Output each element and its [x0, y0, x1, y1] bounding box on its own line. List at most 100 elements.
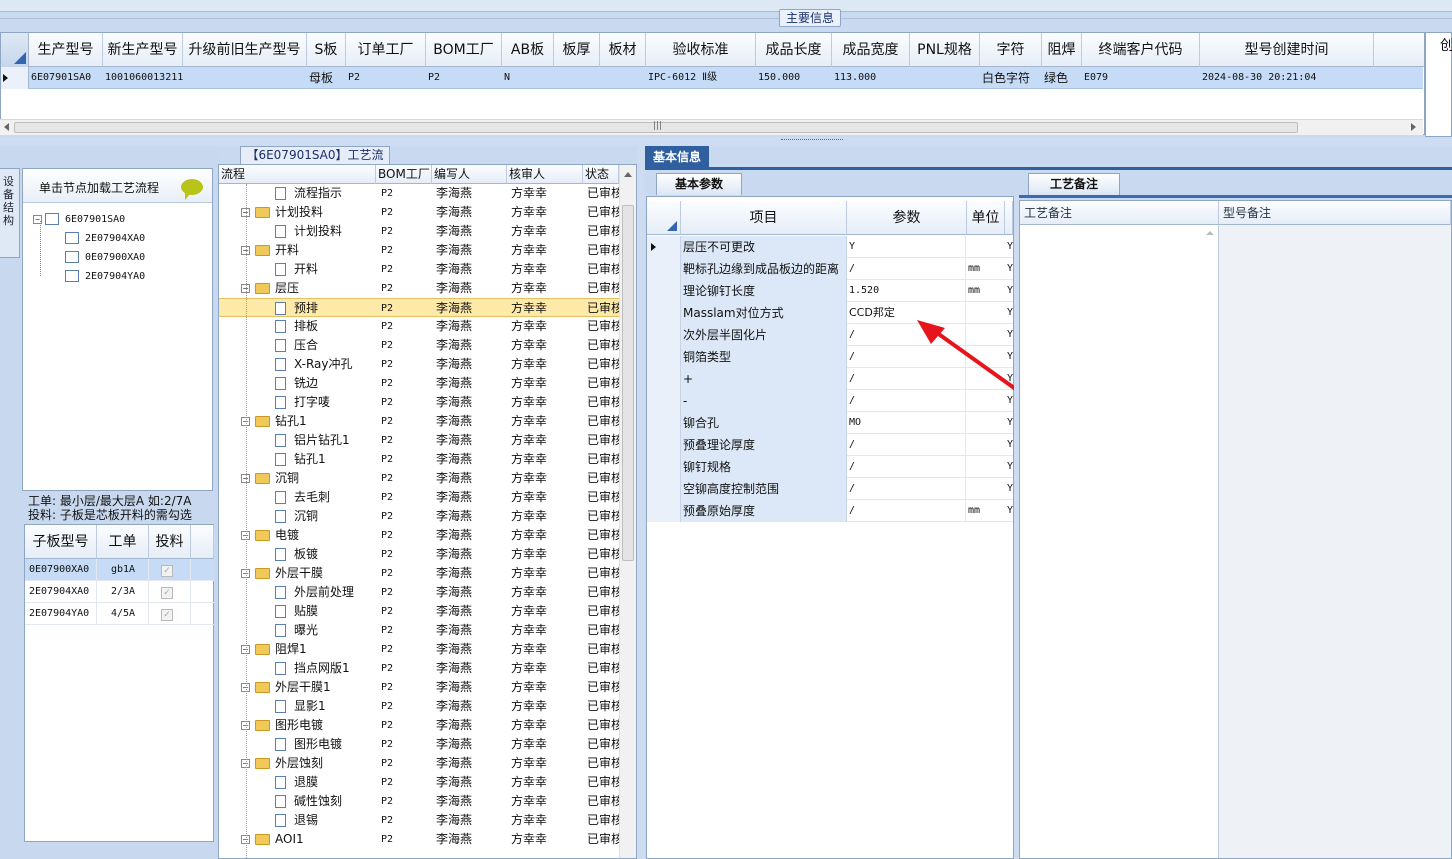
column-header[interactable]: 验收标准: [646, 33, 756, 67]
flow-row[interactable]: −图形电镀 P2 李海燕 方幸幸 已审核: [219, 716, 619, 735]
tree-node-child[interactable]: 2E07904XA0: [65, 230, 145, 247]
scroll-right-icon[interactable]: [1411, 123, 1416, 131]
scrollbar-thumb[interactable]: |||: [14, 121, 1298, 133]
horizontal-scrollbar[interactable]: |||: [0, 119, 1423, 135]
flow-row[interactable]: 压合 P2 李海燕 方幸幸 已审核: [219, 336, 619, 355]
tab-basic-params[interactable]: 基本参数: [656, 173, 742, 195]
row-header[interactable]: [647, 302, 681, 324]
flow-row[interactable]: 退膜 P2 李海燕 方幸幸 已审核: [219, 773, 619, 792]
column-header[interactable]: BOM工厂: [376, 165, 432, 184]
column-header[interactable]: 投料: [149, 525, 191, 559]
flow-row[interactable]: 外层前处理 P2 李海燕 方幸幸 已审核: [219, 583, 619, 602]
row-header[interactable]: [647, 346, 681, 368]
column-header[interactable]: 字符: [980, 33, 1042, 67]
order-value[interactable]: 2/3A: [111, 581, 149, 603]
flow-row[interactable]: 碱性蚀刻 P2 李海燕 方幸幸 已审核: [219, 792, 619, 811]
column-header[interactable]: AB板: [502, 33, 554, 67]
column-header[interactable]: 工单: [97, 525, 149, 559]
param-value[interactable]: /: [848, 434, 966, 456]
feed-checkbox[interactable]: ✓: [161, 603, 191, 625]
table-cell[interactable]: 绿色: [1044, 67, 1082, 89]
flow-row[interactable]: 铣边 P2 李海燕 方幸幸 已审核: [219, 374, 619, 393]
process-remarks-header[interactable]: 工艺备注: [1020, 201, 1219, 225]
flow-row[interactable]: −计划投料 P2 李海燕 方幸幸 已审核: [219, 203, 619, 222]
flow-row[interactable]: 去毛刺 P2 李海燕 方幸幸 已审核: [219, 488, 619, 507]
column-header[interactable]: 订单工厂: [346, 33, 426, 67]
column-header[interactable]: 终端客户代码: [1082, 33, 1200, 67]
table-cell[interactable]: P2: [428, 67, 502, 89]
column-header[interactable]: 流程: [219, 165, 376, 184]
table-cell[interactable]: 150.000: [758, 67, 832, 89]
flow-row[interactable]: −阻焊1 P2 李海燕 方幸幸 已审核: [219, 640, 619, 659]
flow-row[interactable]: −外层干膜1 P2 李海燕 方幸幸 已审核: [219, 678, 619, 697]
table-cell[interactable]: 113.000: [834, 67, 910, 89]
flow-row[interactable]: −电镀 P2 李海燕 方幸幸 已审核: [219, 526, 619, 545]
flow-row[interactable]: 板镀 P2 李海燕 方幸幸 已审核: [219, 545, 619, 564]
table-row[interactable]: 2E07904XA0 2/3A ✓: [25, 581, 214, 603]
side-tab[interactable]: 设备结构: [0, 168, 20, 258]
table-cell[interactable]: IPC-6012 Ⅱ级: [648, 67, 756, 89]
param-value[interactable]: 1.520: [848, 280, 966, 302]
order-value[interactable]: gb1A: [111, 559, 149, 581]
model-remarks-header[interactable]: 型号备注: [1219, 201, 1451, 225]
scroll-up-icon[interactable]: [1206, 231, 1214, 235]
process-remarks-text[interactable]: [1020, 225, 1219, 858]
flow-row[interactable]: 挡点网版1 P2 李海燕 方幸幸 已审核: [219, 659, 619, 678]
table-cell[interactable]: 母板: [309, 67, 346, 89]
grid-corner[interactable]: [1, 33, 29, 67]
param-row[interactable]: 空铆高度控制范围 / Y: [647, 478, 1013, 500]
tree-node-child[interactable]: 0E07900XA0: [65, 249, 145, 266]
flow-row[interactable]: 打字唛 P2 李海燕 方幸幸 已审核: [219, 393, 619, 412]
table-cell[interactable]: 白色字符: [982, 67, 1042, 89]
grid-corner[interactable]: [647, 201, 681, 235]
table-cell[interactable]: [556, 67, 600, 89]
table-cell[interactable]: N: [504, 67, 554, 89]
column-header[interactable]: 项目: [681, 201, 847, 235]
flow-row[interactable]: −外层蚀刻 P2 李海燕 方幸幸 已审核: [219, 754, 619, 773]
horizontal-splitter[interactable]: [0, 137, 1452, 146]
row-header[interactable]: [647, 258, 681, 280]
row-header[interactable]: [647, 500, 681, 522]
flow-row[interactable]: −AOI1 P2 李海燕 方幸幸 已审核: [219, 830, 619, 849]
column-header[interactable]: 型号创建时间: [1200, 33, 1374, 67]
flow-row[interactable]: 预排 P2 李海燕 方幸幸 已审核: [219, 298, 619, 317]
table-cell[interactable]: 2024-08-30 20:21:04: [1202, 67, 1374, 89]
flow-row[interactable]: −外层干膜 P2 李海燕 方幸幸 已审核: [219, 564, 619, 583]
table-cell[interactable]: P2: [348, 67, 426, 89]
column-header[interactable]: 生产型号: [29, 33, 103, 67]
column-header[interactable]: BOM工厂: [426, 33, 502, 67]
column-header[interactable]: 子板型号: [25, 525, 97, 559]
table-cell[interactable]: [912, 67, 980, 89]
flow-row[interactable]: 退锡 P2 李海燕 方幸幸 已审核: [219, 811, 619, 830]
main-info-tab[interactable]: 主要信息: [779, 9, 841, 27]
column-header[interactable]: 阻焊: [1042, 33, 1082, 67]
table-cell[interactable]: [602, 67, 646, 89]
column-header[interactable]: 编写人: [432, 165, 507, 184]
feed-checkbox[interactable]: ✓: [161, 581, 191, 603]
comment-icon[interactable]: [181, 179, 203, 200]
row-header[interactable]: [647, 456, 681, 478]
param-row[interactable]: 层压不可更改 Y Y: [647, 236, 1013, 258]
column-header[interactable]: 参数: [847, 201, 967, 235]
vertical-splitter[interactable]: [637, 146, 645, 859]
column-header[interactable]: 核审人: [507, 165, 583, 184]
table-cell[interactable]: 6E07901SA0: [31, 67, 103, 89]
tab-process-remarks[interactable]: 工艺备注: [1028, 173, 1120, 195]
order-value[interactable]: 4/5A: [111, 603, 149, 625]
check-icon[interactable]: ✓: [161, 608, 173, 621]
param-value[interactable]: /: [848, 478, 966, 500]
flow-row[interactable]: 曝光 P2 李海燕 方幸幸 已审核: [219, 621, 619, 640]
table-row[interactable]: 2E07904YA0 4/5A ✓: [25, 603, 214, 625]
table-cell[interactable]: E079: [1084, 67, 1200, 89]
table-cell[interactable]: [185, 67, 307, 89]
flow-row[interactable]: 开料 P2 李海燕 方幸幸 已审核: [219, 260, 619, 279]
row-header[interactable]: [647, 390, 681, 412]
tab-basic-info[interactable]: 基本信息: [645, 146, 709, 168]
flow-row[interactable]: 贴膜 P2 李海燕 方幸幸 已审核: [219, 602, 619, 621]
row-header[interactable]: [647, 478, 681, 500]
param-row[interactable]: 预叠理论厚度 / Y: [647, 434, 1013, 456]
param-row[interactable]: 预叠原始厚度 / mm Y: [647, 500, 1013, 522]
param-value[interactable]: Y: [848, 236, 966, 258]
table-row[interactable]: 0E07900XA0 gb1A ✓: [25, 559, 214, 581]
check-icon[interactable]: ✓: [161, 564, 173, 577]
